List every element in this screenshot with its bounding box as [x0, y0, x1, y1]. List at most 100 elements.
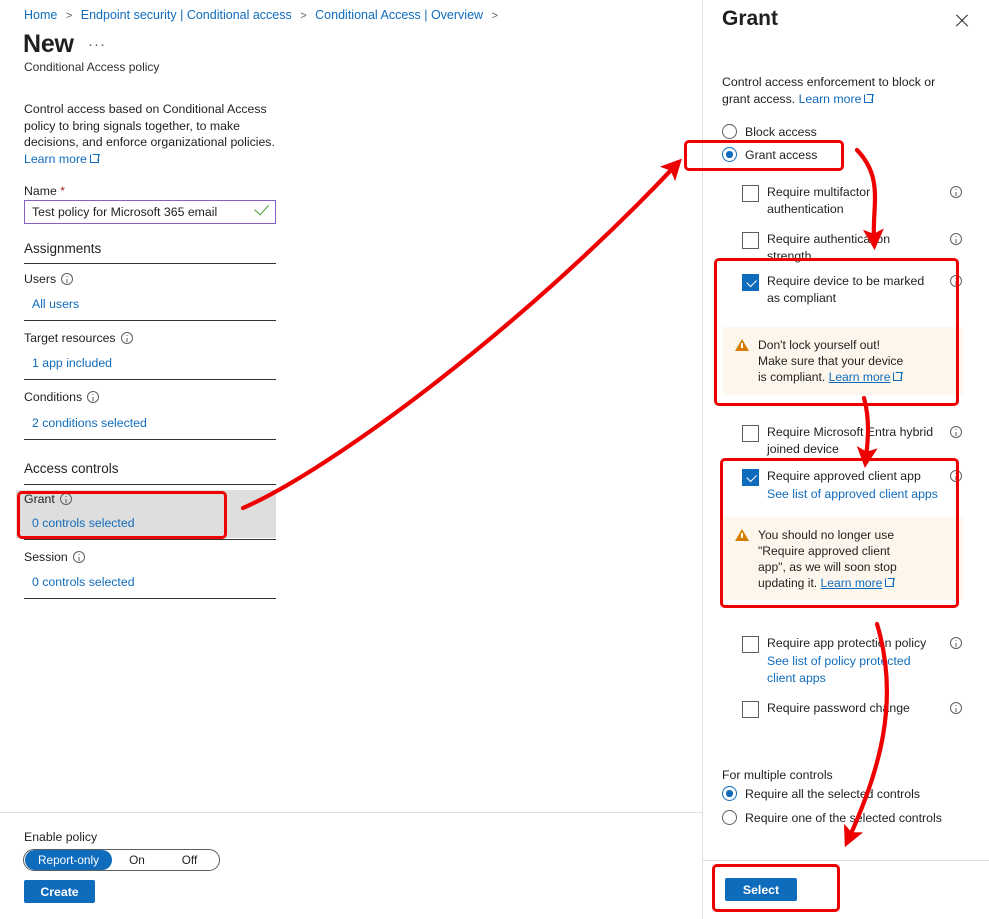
intro-learn-more-link[interactable]: Learn more [24, 152, 87, 166]
info-icon[interactable] [61, 273, 74, 285]
warning-icon [735, 529, 749, 541]
row-label-session: Session [24, 550, 85, 564]
enable-policy-toggle[interactable]: Report-only On Off [23, 849, 220, 871]
checkbox[interactable] [742, 636, 759, 653]
info-icon[interactable] [950, 233, 962, 245]
footer-divider [703, 860, 989, 861]
row-label-conditions: Conditions [24, 390, 100, 404]
checkbox-checked[interactable] [742, 274, 759, 291]
breadcrumb-separator: > [300, 10, 307, 22]
info-icon[interactable] [950, 637, 962, 649]
breadcrumb-separator: > [491, 10, 498, 22]
info-icon[interactable] [950, 426, 962, 438]
toggle-option-report-only[interactable]: Report-only [25, 850, 112, 870]
enable-policy-label: Enable policy [24, 830, 98, 844]
radio-require-all-selected-controls[interactable]: Require all the selected controls [722, 786, 920, 801]
new-policy-pane: Home > Endpoint security | Conditional a… [0, 0, 702, 919]
radio-grant-access[interactable]: Grant access [722, 147, 817, 162]
page-subtitle: Conditional Access policy [24, 60, 160, 74]
row-value-users[interactable]: All users [32, 297, 79, 311]
control-label: Require multifactor authentication [767, 185, 871, 216]
breadcrumb-item-conditional-access-overview[interactable]: Conditional Access | Overview [315, 8, 483, 22]
info-icon[interactable] [120, 332, 133, 344]
radio-block-access[interactable]: Block access [722, 124, 817, 139]
radio-label: Require all the selected controls [745, 787, 920, 801]
row-value-grant[interactable]: 0 controls selected [32, 516, 135, 530]
checkbox-checked[interactable] [742, 469, 759, 486]
checkbox[interactable] [742, 232, 759, 249]
warning-box-device-compliant: Don't lock yourself out! Make sure that … [723, 327, 963, 395]
toggle-option-off[interactable]: Off [162, 850, 217, 870]
row-label-target-resources: Target resources [24, 331, 133, 345]
multiple-controls-label: For multiple controls [722, 768, 833, 782]
checkbox[interactable] [742, 425, 759, 442]
breadcrumb-item-endpoint-security[interactable]: Endpoint security | Conditional access [81, 8, 292, 22]
divider [24, 320, 276, 321]
info-icon[interactable] [950, 470, 962, 482]
warning-text: You should no longer use "Require approv… [758, 528, 897, 590]
row-value-conditions[interactable]: 2 conditions selected [32, 416, 147, 430]
radio-indicator [722, 124, 737, 139]
info-icon[interactable] [59, 493, 72, 505]
info-icon[interactable] [950, 186, 962, 198]
warning-learn-more-link[interactable]: Learn more [829, 370, 891, 384]
divider [24, 379, 276, 380]
divider [24, 263, 276, 264]
warning-icon [735, 339, 749, 351]
breadcrumb-item-home[interactable]: Home [24, 8, 57, 22]
info-icon[interactable] [87, 391, 100, 403]
control-label: Require password change [767, 701, 910, 715]
control-label: Require app protection policy [767, 636, 927, 650]
checkbox[interactable] [742, 701, 759, 718]
info-icon[interactable] [950, 275, 962, 287]
warning-box-approved-client-app: You should no longer use "Require approv… [723, 517, 963, 600]
grant-blade: Grant Control access enforcement to bloc… [702, 0, 989, 919]
radio-label: Require one of the selected controls [745, 811, 942, 825]
toggle-option-on[interactable]: On [112, 850, 162, 870]
more-options-icon[interactable]: ··· [88, 36, 106, 53]
external-link-icon [864, 93, 874, 103]
row-value-session[interactable]: 0 controls selected [32, 575, 135, 589]
policy-protected-client-apps-link[interactable]: See list of policy protected client apps [767, 653, 932, 686]
radio-require-one-selected-control[interactable]: Require one of the selected controls [722, 810, 942, 825]
policy-name-input[interactable] [24, 200, 276, 224]
divider [24, 539, 276, 540]
azure-conditional-access-screen: Home > Endpoint security | Conditional a… [0, 0, 989, 919]
footer-divider [0, 812, 702, 813]
radio-indicator-selected [722, 147, 737, 162]
external-link-icon [89, 153, 99, 163]
blade-title: Grant [722, 7, 779, 30]
warning-learn-more-link[interactable]: Learn more [821, 576, 883, 590]
breadcrumb: Home > Endpoint security | Conditional a… [24, 8, 503, 22]
approved-client-apps-link[interactable]: See list of approved client apps [767, 486, 947, 503]
checkbox[interactable] [742, 185, 759, 202]
row-value-target-resources[interactable]: 1 app included [32, 356, 112, 370]
control-label: Require authentication strength [767, 232, 891, 263]
create-button[interactable]: Create [24, 880, 95, 903]
blade-learn-more-link[interactable]: Learn more [799, 92, 862, 106]
radio-label: Block access [745, 125, 817, 139]
info-icon[interactable] [950, 702, 962, 714]
warning-text: Don't lock yourself out! Make sure that … [758, 338, 904, 384]
row-label-users: Users [24, 272, 74, 286]
name-field-label: Name * [24, 184, 66, 198]
info-icon[interactable] [72, 551, 85, 563]
intro-text: Control access based on Conditional Acce… [24, 102, 275, 149]
control-label: Require Microsoft Entra hybrid joined de… [767, 425, 934, 456]
required-asterisk: * [60, 184, 66, 198]
external-link-icon [885, 578, 895, 587]
radio-indicator [722, 810, 737, 825]
intro-description: Control access based on Conditional Acce… [24, 101, 284, 167]
access-controls-heading: Access controls [24, 461, 119, 476]
select-button[interactable]: Select [725, 878, 797, 901]
radio-indicator-selected [722, 786, 737, 801]
close-icon[interactable] [954, 13, 970, 29]
row-label-grant: Grant [24, 492, 72, 506]
assignments-heading: Assignments [24, 241, 102, 256]
divider [24, 439, 276, 440]
control-label: Require device to be marked as compliant [767, 274, 925, 305]
radio-label: Grant access [745, 148, 818, 162]
external-link-icon [893, 372, 903, 381]
divider [24, 598, 276, 599]
breadcrumb-separator: > [65, 10, 73, 22]
